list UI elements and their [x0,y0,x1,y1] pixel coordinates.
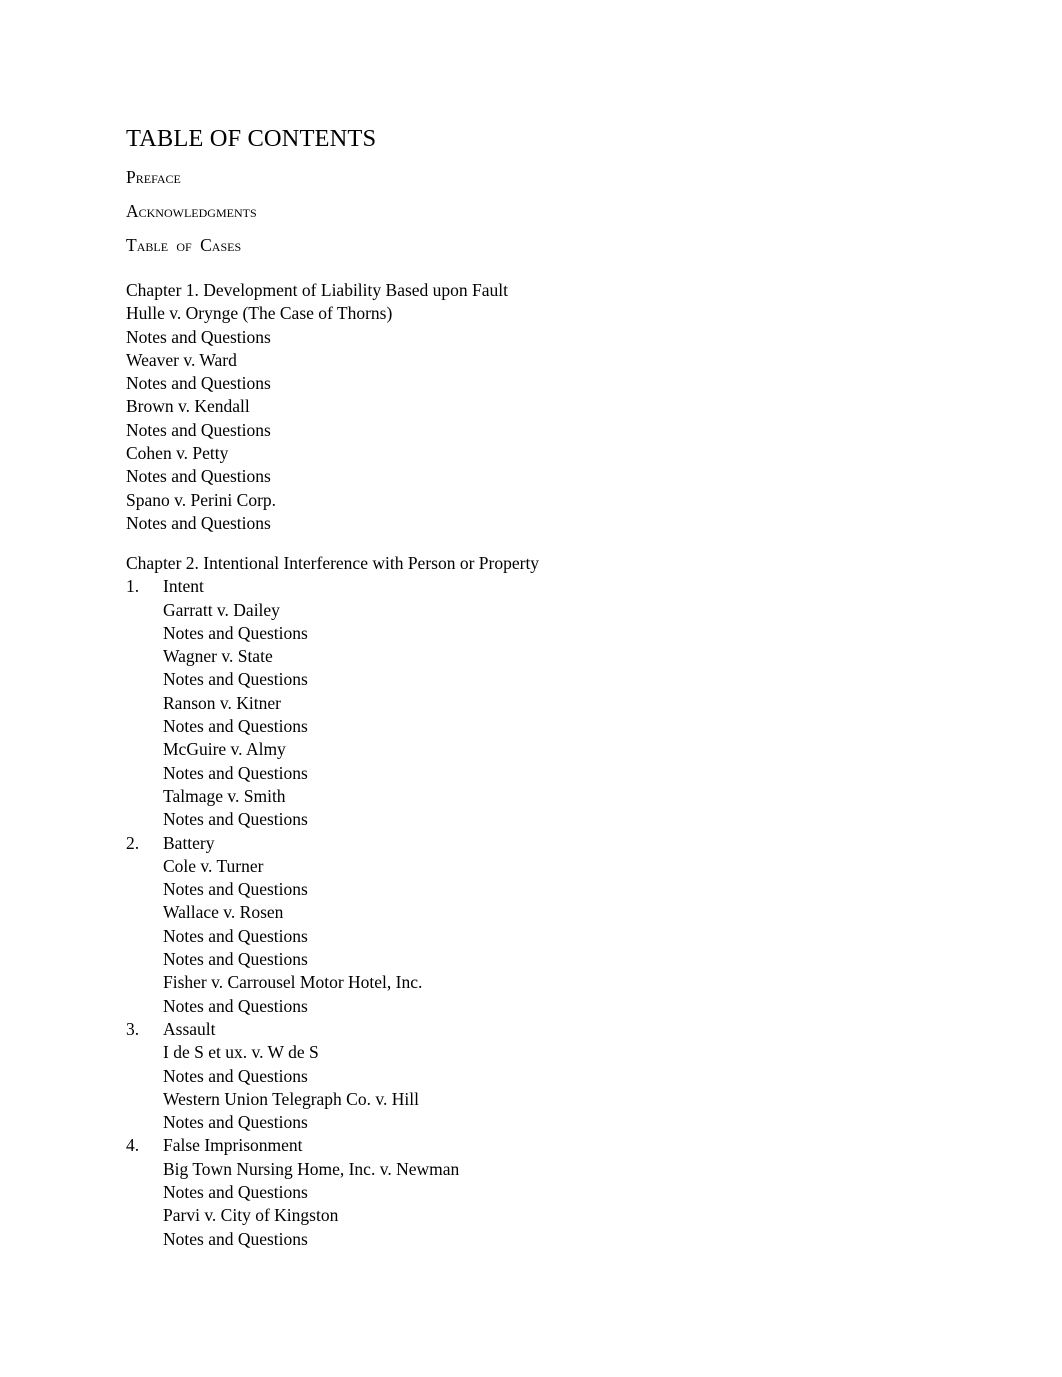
toc-entry: Notes and Questions [163,716,308,737]
section-title: Assault [163,1018,216,1039]
toc-entry: Notes and Questions [163,995,308,1016]
chapter-heading: Chapter 1. Development of Liability Base… [126,280,509,300]
section-number: 1. [126,576,140,597]
toc-entry: Fisher v. Carrousel Motor Hotel, Inc. [163,972,423,993]
section-heading: 3. Assault [126,1018,539,1041]
section-heading: 4. False Imprisonment [126,1134,539,1157]
toc-entry: Notes and Questions [126,512,271,533]
toc-entry: Notes and Questions [163,669,308,690]
front-matter-table-of-cases: Table of Cases [126,235,242,255]
toc-entry: Spano v. Perini Corp. [126,489,277,510]
toc-title: TABLE OF CONTENTS [126,125,377,152]
section-number: 3. [126,1018,140,1039]
toc-entry: Wallace v. Rosen [163,902,284,923]
toc-entry: Notes and Questions [126,419,271,440]
section-number: 4. [126,1135,140,1156]
chapter-1: Chapter 1. Development of Liability Base… [126,279,508,535]
document-page: TABLE OF CONTENTS Preface Acknowledgment… [126,123,986,1249]
toc-entry: Wagner v. State [163,646,273,667]
toc-entry: Notes and Questions [163,1182,308,1203]
toc-entry: Notes and Questions [126,466,271,487]
section-heading: 1. Intent [126,575,539,598]
toc-entry: Notes and Questions [163,1065,308,1086]
toc-entry: Hulle v. Orynge (The Case of Thorns) [126,303,393,324]
chapter-2: Chapter 2. Intentional Interference with… [126,552,539,1251]
toc-entry: Notes and Questions [163,879,308,900]
toc-entry: Notes and Questions [163,949,308,970]
toc-entry: Notes and Questions [163,1228,308,1249]
toc-entry: Notes and Questions [163,622,308,643]
toc-entry: Ranson v. Kitner [163,692,281,713]
front-matter-acknowledgments: Acknowledgments [126,201,257,221]
front-matter-list: Preface Acknowledgments Table of Cases [126,160,986,262]
front-matter-preface: Preface [126,167,181,187]
toc-entry: Notes and Questions [126,373,271,394]
toc-entry: Notes and Questions [163,762,308,783]
section-title: Intent [163,576,204,597]
toc-entry: Garratt v. Dailey [163,599,280,620]
section-number: 2. [126,832,140,853]
toc-entry: Notes and Questions [163,925,308,946]
toc-entry: Big Town Nursing Home, Inc. v. Newman [163,1158,460,1179]
section-heading: 2. Battery [126,832,539,855]
toc-entry: Western Union Telegraph Co. v. Hill [163,1088,419,1109]
toc-entry: Talmage v. Smith [163,785,286,806]
toc-entry: Cohen v. Petty [126,443,229,464]
section-title: False Imprisonment [163,1135,303,1156]
chapter-heading: Chapter 2. Intentional Interference with… [126,553,540,573]
toc-entry: McGuire v. Almy [163,739,286,760]
toc-entry: Cole v. Turner [163,855,264,876]
toc-entry: Notes and Questions [163,809,308,830]
toc-entry: Brown v. Kendall [126,396,250,417]
toc-entry: Weaver v. Ward [126,349,237,370]
section-title: Battery [163,832,215,853]
toc-entry: Notes and Questions [126,326,271,347]
toc-entry: Notes and Questions [163,1112,308,1133]
toc-entry: Parvi v. City of Kingston [163,1205,339,1226]
toc-entry: I de S et ux. v. W de S [163,1042,319,1063]
